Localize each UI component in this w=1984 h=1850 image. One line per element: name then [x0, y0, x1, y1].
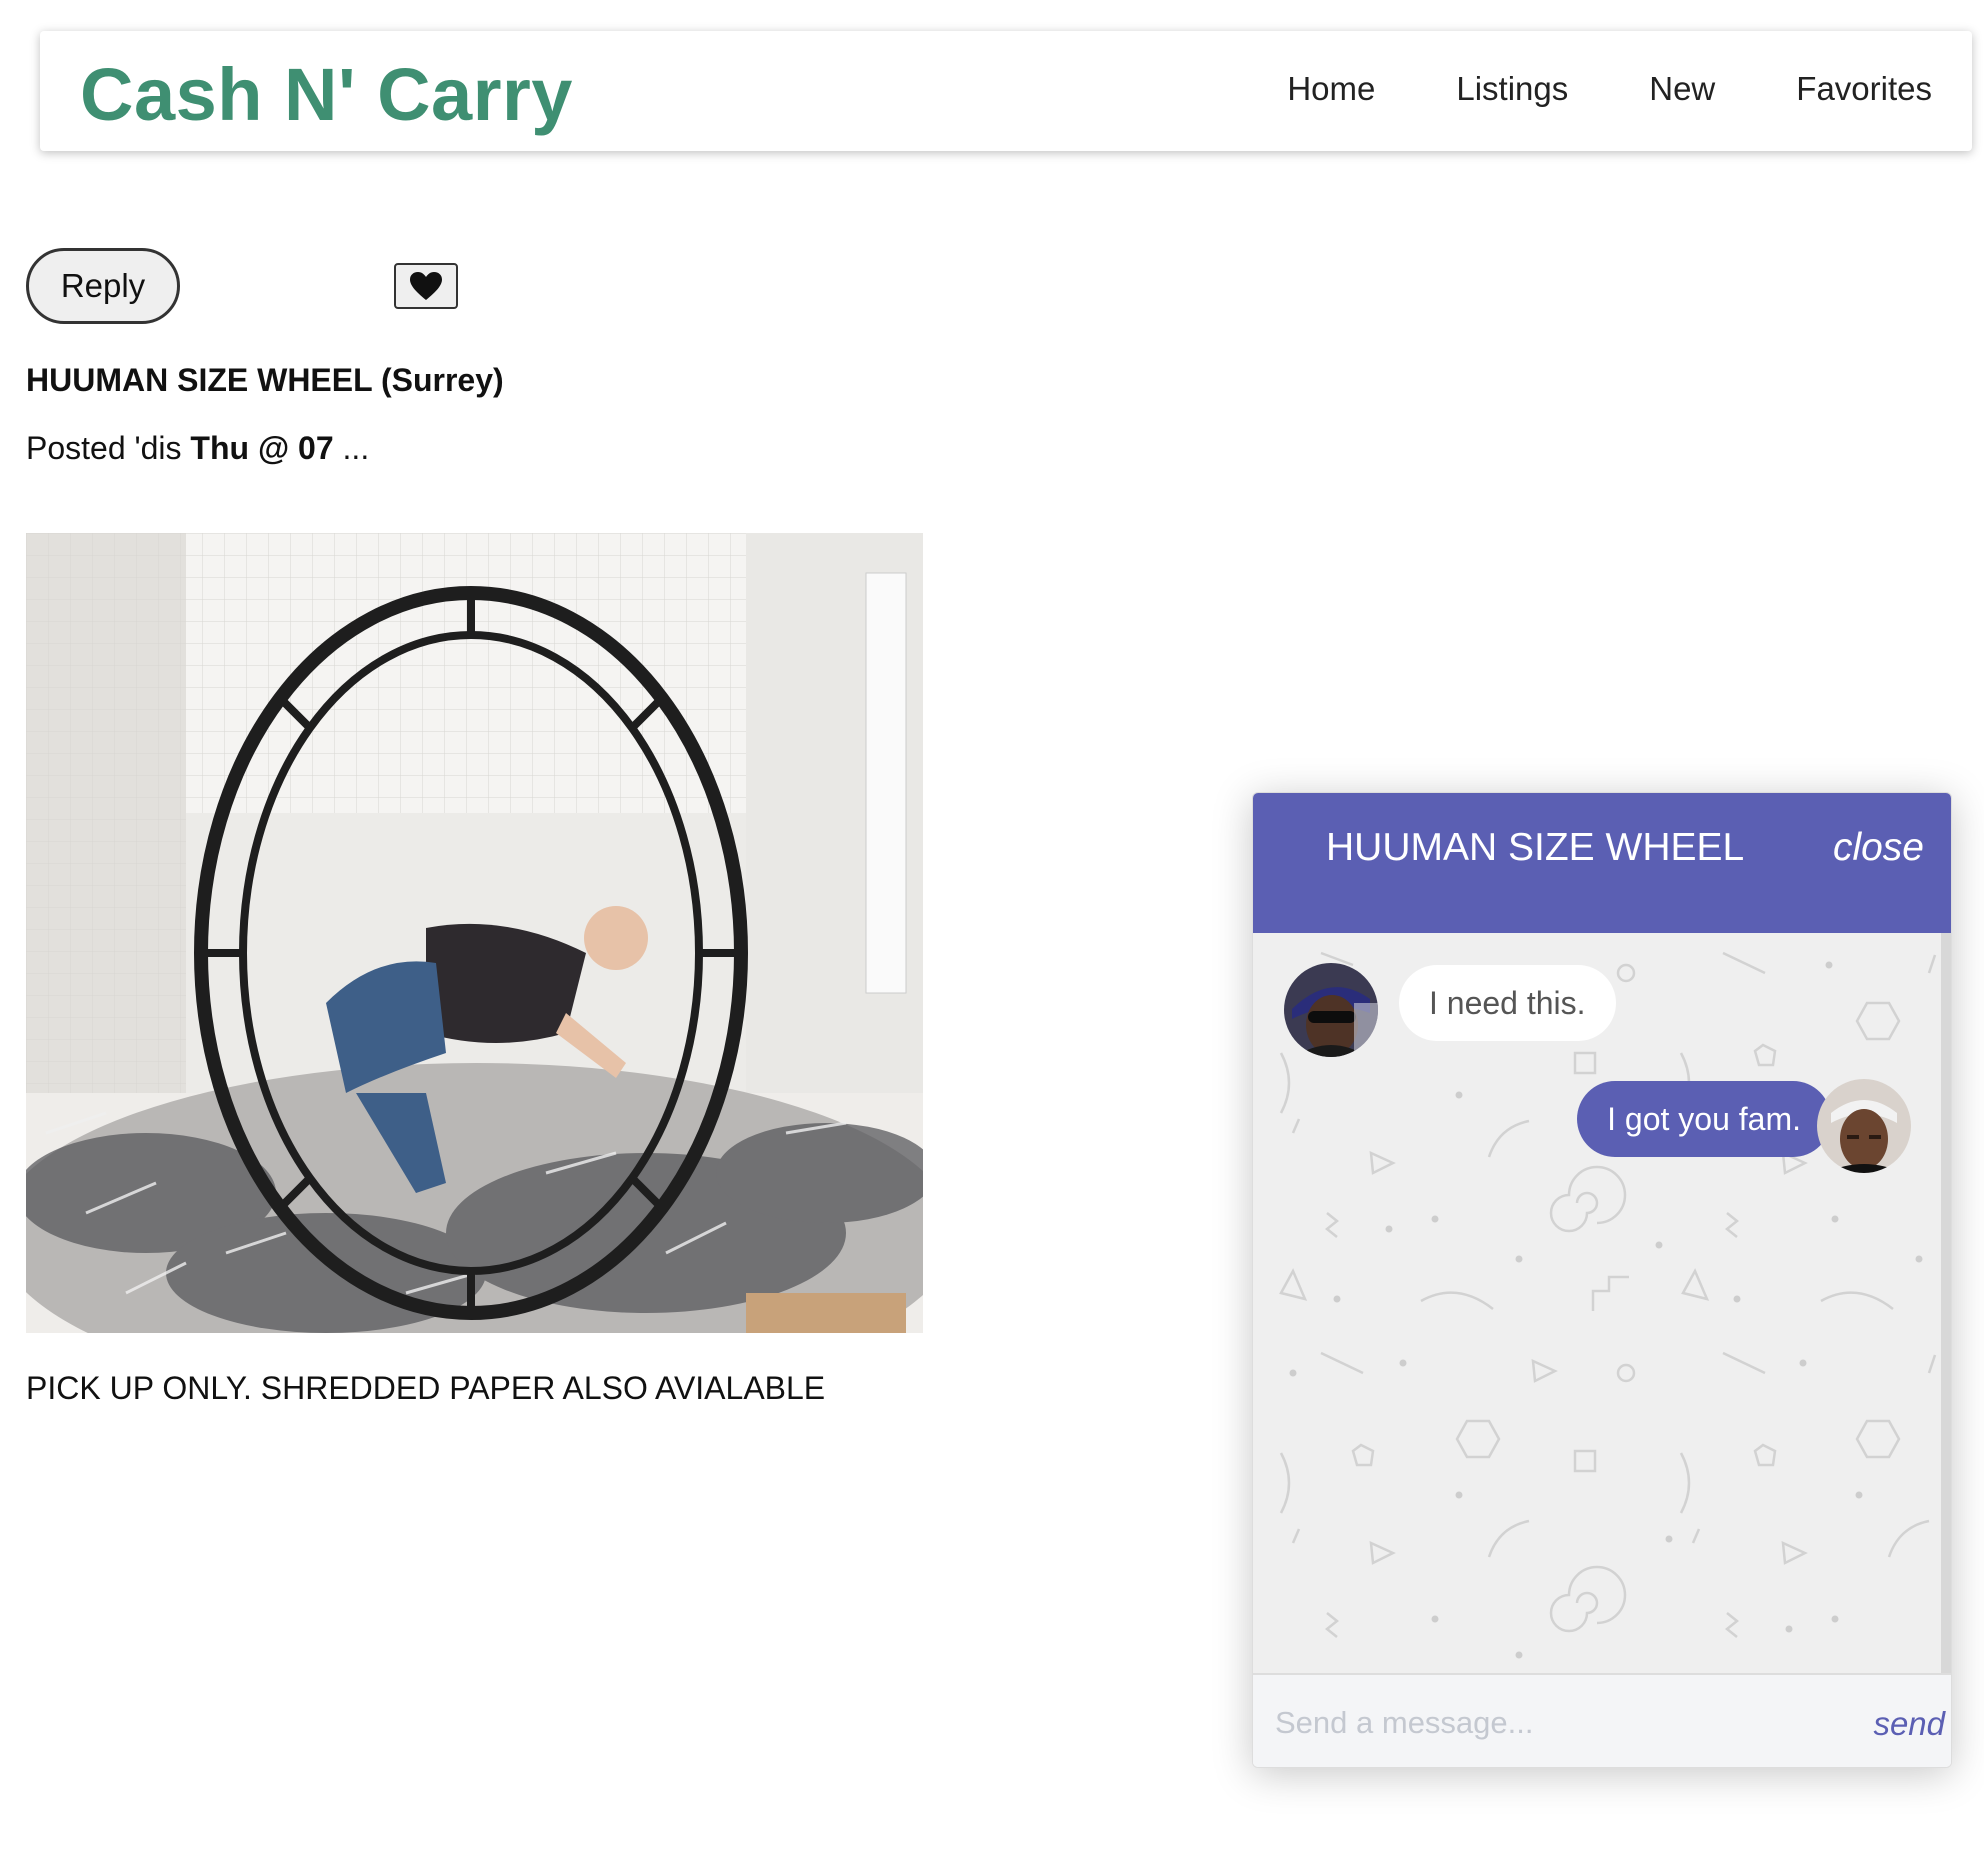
heart-icon [410, 272, 442, 300]
reply-button[interactable]: Reply [26, 248, 180, 324]
chat-title: HUUMAN SIZE WHEEL [1326, 826, 1745, 869]
incoming-avatar [1284, 963, 1378, 1057]
main-nav: Home Listings New Favorites [1206, 69, 1932, 109]
chat-widget: HUUMAN SIZE WHEEL close I need this. I g… [1252, 792, 1952, 1768]
chat-composer: send [1253, 1673, 1951, 1767]
listing-description: PICK UP ONLY. SHREDDED PAPER ALSO AVIALA… [26, 1370, 826, 1406]
chat-scrollbar[interactable] [1941, 933, 1951, 1673]
posted-suffix: ... [342, 430, 370, 466]
favorite-button[interactable] [394, 263, 458, 309]
nav-listings-link[interactable]: Listings [1456, 69, 1568, 109]
chat-close-button[interactable]: close [1833, 825, 1924, 872]
send-button[interactable]: send [1873, 1705, 1945, 1743]
incoming-message: I need this. [1399, 965, 1616, 1041]
chat-header: HUUMAN SIZE WHEEL close [1253, 793, 1951, 933]
brand-logo[interactable]: Cash N' Carry [80, 51, 573, 140]
outgoing-avatar [1817, 1079, 1911, 1173]
chat-messages[interactable]: I need this. I got you fam. [1253, 933, 1943, 1673]
message-input[interactable] [1273, 1697, 1837, 1749]
posted-time: Thu @ 07 [190, 430, 334, 466]
listing-title: HUUMAN SIZE WHEEL (Surrey) [26, 362, 504, 398]
outgoing-message: I got you fam. [1577, 1081, 1831, 1157]
nav-home-link[interactable]: Home [1287, 69, 1375, 109]
top-navbar: Cash N' Carry Home Listings New Favorite… [40, 31, 1972, 151]
posted-prefix: Posted 'dis [26, 430, 182, 466]
nav-new-link[interactable]: New [1649, 69, 1715, 109]
listing-photo [26, 533, 923, 1333]
posted-line: Posted 'dis Thu @ 07 ... [26, 430, 369, 467]
nav-favorites-link[interactable]: Favorites [1796, 69, 1932, 109]
